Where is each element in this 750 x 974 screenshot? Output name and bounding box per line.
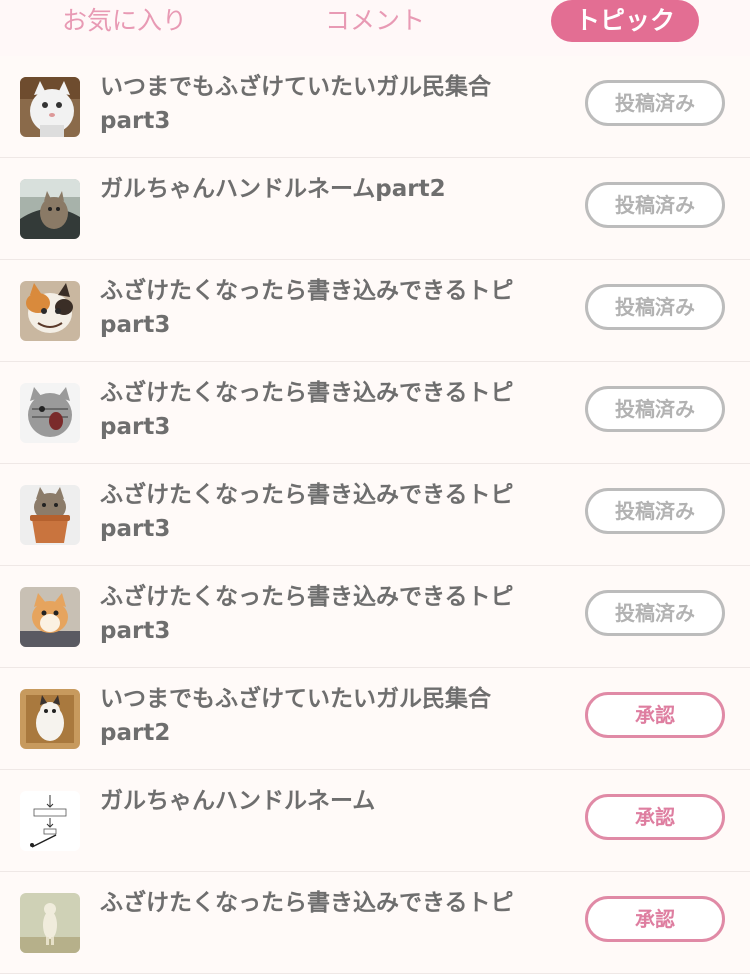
topic-row[interactable]: ふざけたくなったら書き込みできるトピ part3 投稿済み [0, 260, 750, 362]
cat-in-box-icon [20, 689, 80, 749]
screaming-cat-icon [20, 383, 80, 443]
topic-title: ガルちゃんハンドルネームpart2 [100, 176, 446, 202]
tab-favorites[interactable]: お気に入り [52, 0, 197, 42]
topic-row[interactable]: ふざけたくなったら書き込みできるトピ 承認 [0, 872, 750, 974]
standing-animal-icon [20, 893, 80, 953]
calico-cat-icon [20, 281, 80, 341]
posted-button[interactable]: 投稿済み [585, 590, 725, 636]
topic-row[interactable]: ふざけたくなったら書き込みできるトピ part3 投稿済み [0, 464, 750, 566]
posted-button[interactable]: 投稿済み [585, 284, 725, 330]
topic-title: ふざけたくなったら書き込みできるトピ part3 [100, 278, 514, 338]
posted-button[interactable]: 投稿済み [585, 80, 725, 126]
tab-topics[interactable]: トピック [551, 0, 699, 42]
posted-button[interactable]: 投稿済み [585, 488, 725, 534]
tab-comments[interactable]: コメント [300, 0, 450, 42]
cat-in-pot-icon [20, 485, 80, 545]
topic-row[interactable]: いつまでもふざけていたいガル民集合 part3 投稿済み [0, 56, 750, 158]
orange-cat-icon [20, 587, 80, 647]
topic-row[interactable]: ガルちゃんハンドルネームpart2 投稿済み [0, 158, 750, 260]
topic-row[interactable]: いつまでもふざけていたいガル民集合 part2 承認 [0, 668, 750, 770]
posted-button[interactable]: 投稿済み [585, 386, 725, 432]
topic-title: ふざけたくなったら書き込みできるトピ [100, 890, 514, 916]
topic-title: ガルちゃんハンドルネーム [100, 788, 376, 814]
topic-title: いつまでもふざけていたいガル民集合 part2 [100, 686, 491, 746]
white-cat-icon [20, 77, 80, 137]
handle-name-diagram-icon [20, 791, 80, 851]
topic-title: ふざけたくなったら書き込みできるトピ part3 [100, 380, 514, 440]
cat-in-car-icon [20, 179, 80, 239]
approve-button[interactable]: 承認 [585, 692, 725, 738]
topic-row[interactable]: ガルちゃんハンドルネーム 承認 [0, 770, 750, 872]
approve-button[interactable]: 承認 [585, 794, 725, 840]
approve-button[interactable]: 承認 [585, 896, 725, 942]
topic-title: ふざけたくなったら書き込みできるトピ part3 [100, 584, 514, 644]
topic-list: いつまでもふざけていたいガル民集合 part3 投稿済み ガルちゃんハンドルネー… [0, 56, 750, 974]
topic-title: ふざけたくなったら書き込みできるトピ part3 [100, 482, 514, 542]
topic-title: いつまでもふざけていたいガル民集合 part3 [100, 74, 491, 134]
topic-row[interactable]: ふざけたくなったら書き込みできるトピ part3 投稿済み [0, 362, 750, 464]
tab-bar: お気に入り コメント トピック [0, 0, 750, 56]
posted-button[interactable]: 投稿済み [585, 182, 725, 228]
topic-row[interactable]: ふざけたくなったら書き込みできるトピ part3 投稿済み [0, 566, 750, 668]
